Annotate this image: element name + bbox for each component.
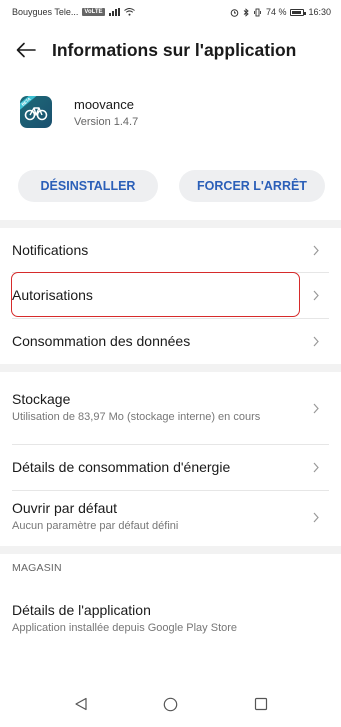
row-battery-details[interactable]: Détails de consommation d'énergie — [0, 445, 341, 489]
carrier-name: Bouygues Tele... — [12, 7, 79, 17]
bluetooth-icon — [243, 7, 249, 17]
row-battery-details-label: Détails de consommation d'énergie — [12, 459, 231, 475]
permissions-highlight — [11, 272, 300, 317]
chevron-right-icon — [311, 243, 321, 257]
volte-badge: VoLTE — [82, 8, 105, 16]
store-section-header: MAGASIN — [12, 562, 62, 574]
home-circle-icon — [163, 697, 178, 711]
row-notifications[interactable]: Notifications — [0, 228, 341, 272]
row-app-details-sub: Application installée depuis Google Play… — [12, 622, 238, 634]
clock: 16:30 — [308, 7, 331, 17]
navigation-bar — [0, 690, 341, 718]
row-app-details[interactable]: Détails de l'application Application ins… — [0, 596, 341, 642]
row-open-default[interactable]: Ouvrir par défaut Aucun paramètre par dé… — [0, 491, 341, 543]
nav-home-button[interactable] — [161, 694, 181, 714]
back-triangle-icon — [74, 697, 87, 711]
nav-recents-button[interactable] — [251, 694, 271, 714]
section-separator — [0, 546, 341, 554]
nav-back-button[interactable] — [71, 694, 91, 714]
recents-square-icon — [254, 697, 267, 711]
page-title: Informations sur l'application — [52, 39, 297, 60]
moovance-bike-icon: BETA — [20, 96, 52, 128]
app-info: BETA moovance Version 1.4.7 — [20, 96, 138, 128]
signal-icon — [108, 8, 120, 16]
app-bar: Informations sur l'application — [0, 32, 341, 68]
app-version: Version 1.4.7 — [74, 115, 139, 128]
battery-icon — [290, 8, 307, 16]
chevron-right-icon — [311, 460, 321, 474]
uninstall-button[interactable]: DÉSINSTALLER — [18, 170, 158, 202]
row-app-details-label: Détails de l'application — [12, 602, 151, 618]
row-data-usage[interactable]: Consommation des données — [0, 319, 341, 363]
chevron-right-icon — [311, 288, 321, 302]
back-button[interactable] — [12, 36, 40, 64]
section-separator — [0, 364, 341, 372]
force-stop-button[interactable]: FORCER L'ARRÊT — [179, 170, 325, 202]
status-bar: Bouygues Tele... VoLTE 74 % 16:30 — [0, 0, 341, 24]
row-data-usage-label: Consommation des données — [12, 333, 191, 349]
action-buttons: DÉSINSTALLER FORCER L'ARRÊT — [18, 170, 325, 202]
battery-percent: 74 % — [265, 7, 287, 17]
section-separator — [0, 220, 341, 228]
app-name: moovance — [74, 96, 134, 112]
vibrate-icon — [254, 8, 261, 16]
arrow-left-icon — [16, 42, 36, 58]
alarm-icon — [230, 8, 239, 17]
wifi-icon — [123, 8, 135, 16]
row-notifications-label: Notifications — [12, 242, 89, 258]
row-storage-label: Stockage — [12, 391, 71, 407]
chevron-right-icon — [311, 334, 321, 348]
row-storage[interactable]: Stockage Utilisation de 83,97 Mo (stocka… — [0, 374, 341, 442]
row-open-default-label: Ouvrir par défaut — [12, 500, 118, 516]
row-open-default-sub: Aucun paramètre par défaut défini — [12, 520, 179, 532]
chevron-right-icon — [311, 401, 321, 415]
chevron-right-icon — [311, 510, 321, 524]
row-storage-sub: Utilisation de 83,97 Mo (stockage intern… — [12, 411, 261, 423]
